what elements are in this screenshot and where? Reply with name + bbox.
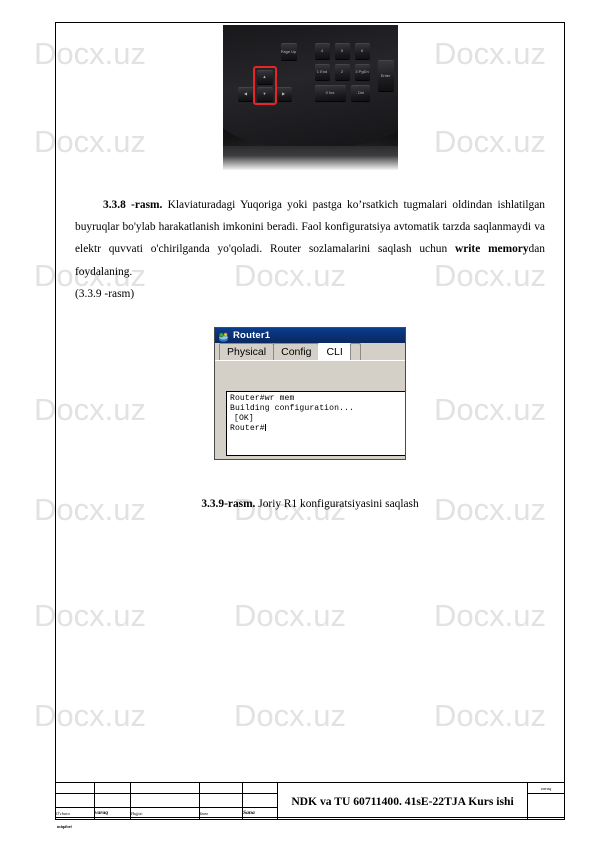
footer-label-ozgar: O'chara: [55, 806, 95, 821]
footer-cell-varaq-blank2: [94, 793, 131, 808]
footer-label-varaq: varaq: [94, 806, 131, 821]
footer-label-ozgar-line2: miqdori: [57, 824, 72, 829]
key-num-6: 6: [354, 43, 370, 59]
dialog-title: Router1: [233, 329, 271, 341]
footer-varaq-value: [527, 793, 565, 820]
key-label: 0 Ins: [325, 89, 335, 95]
desk-surface: [222, 146, 398, 170]
tab-overflow[interactable]: [349, 343, 361, 361]
tab-config[interactable]: Config: [273, 343, 320, 361]
key-num-1: 1 End: [314, 64, 330, 80]
highlight-rectangle: [252, 66, 277, 105]
footer-cell-ozgar-blank: [55, 782, 95, 794]
key-enter: Enter: [377, 60, 394, 91]
key-num-0: 0 Ins: [314, 85, 346, 101]
page-content: Page Up 4 5 6 1 End 2 3 PgDn 0 Ins . Del…: [55, 22, 565, 510]
footer-cell-imzo-blank: [199, 782, 243, 794]
footer-cell-hujjat-blank2: [130, 793, 200, 808]
footer-label-hujjat: Hujjat:: [130, 806, 200, 821]
key-label: . Del: [355, 89, 365, 95]
key-arrow-left: ◀: [237, 87, 254, 101]
footer-cell-sana-blank: [242, 782, 278, 794]
router-cli-dialog[interactable]: Router1 Physical Config CLI Router#wr me…: [214, 327, 406, 461]
tab-cli[interactable]: CLI: [318, 343, 351, 361]
router-device-icon: [218, 330, 229, 343]
key-label: 6: [360, 47, 364, 53]
footer-main-title: NDK va TU 60711400. 41sE-22TJA Kurs ishi: [277, 782, 528, 820]
key-label: Enter: [380, 72, 391, 78]
key-label: Page Up: [280, 48, 297, 54]
footer-varaq-label: varaq: [527, 782, 565, 794]
key-arrow-right: ▶: [275, 87, 292, 101]
keyboard-photo: Page Up 4 5 6 1 End 2 3 PgDn 0 Ins . Del…: [222, 25, 398, 170]
cli-prompt-line: Router#: [230, 423, 405, 434]
footer-cell-imzo-blank2: [199, 793, 243, 808]
text-cursor: [264, 423, 266, 431]
dialog-titlebar[interactable]: Router1: [215, 328, 405, 344]
tab-physical[interactable]: Physical: [219, 343, 275, 361]
cli-prompt-text: Router#: [230, 423, 265, 433]
footer-label-imzo: Imzo: [199, 806, 243, 821]
figure-label: 3.3.8 -rasm.: [103, 199, 163, 211]
key-label: 2: [340, 68, 344, 74]
footer-cell-hujjat-blank: [130, 782, 200, 794]
arrow-left-icon: ◀: [243, 90, 248, 96]
cli-line: [OK]: [234, 413, 254, 423]
footer-stamp-table: NDK va TU 60711400. 41sE-22TJA Kurs ishi…: [55, 782, 565, 821]
cli-line: Router#wr mem: [230, 394, 295, 404]
key-num-4: 4: [314, 43, 330, 59]
key-label: 5: [340, 47, 344, 53]
footer-cell-varaq-blank: [94, 782, 131, 794]
key-label: 4: [320, 47, 324, 53]
arrow-right-icon: ▶: [281, 90, 286, 96]
caption-text: Joriy R1 konfiguratsiyasini saqlash: [255, 498, 419, 511]
intro-paragraph: 3.3.8 -rasm. Klaviaturadagi Yuqoriga yok…: [75, 194, 545, 283]
key-num-decimal: . Del: [350, 85, 370, 101]
key-page-up: Page Up: [280, 43, 297, 60]
footer-label-sana: Sana: [242, 806, 278, 821]
key-label: 1 End: [316, 68, 328, 74]
footer-cell-ozgar-blank2: [55, 793, 95, 808]
key-num-3: 3 PgDn: [354, 64, 370, 80]
figure-caption: 3.3.9-rasm. Joriy R1 konfiguratsiyasini …: [55, 498, 565, 510]
dialog-tab-strip: Physical Config CLI: [215, 343, 405, 361]
key-num-2: 2: [334, 64, 350, 80]
command-keyword: write memory: [454, 243, 529, 256]
footer-row-blank-1: NDK va TU 60711400. 41sE-22TJA Kurs ishi…: [55, 782, 565, 820]
keyboard-figure: Page Up 4 5 6 1 End 2 3 PgDn 0 Ins . Del…: [222, 25, 398, 170]
figure-reference: (3.3.9 -rasm): [75, 287, 135, 300]
cli-line: Building configuration...: [230, 403, 354, 413]
dialog-tab-body: Router#wr mem Building configuration... …: [215, 360, 405, 460]
key-label: 3 PgDn: [355, 68, 369, 74]
footer-cell-sana-blank2: [242, 793, 278, 808]
caption-label: 3.3.9-rasm.: [201, 498, 256, 511]
cli-console-output[interactable]: Router#wr mem Building configuration... …: [226, 391, 405, 457]
key-num-5: 5: [334, 43, 350, 59]
